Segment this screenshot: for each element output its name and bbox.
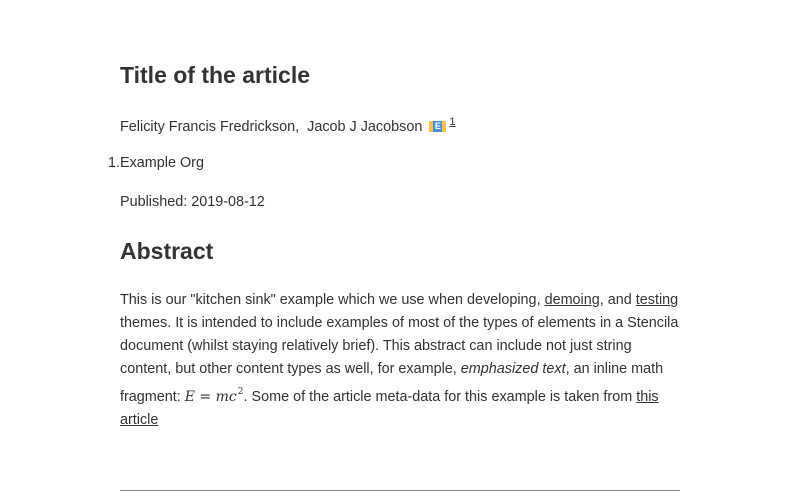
abstract-text: This is our "kitchen sink" example which…	[120, 289, 682, 432]
section-divider	[120, 490, 680, 491]
email-icon[interactable]: E	[429, 121, 447, 132]
inline-math: E = mc2	[184, 387, 244, 405]
published-date: Published: 2019-08-12	[120, 194, 265, 210]
abstract-heading: Abstract	[120, 238, 214, 264]
abstract-text-segment: This is our "kitchen sink" example which…	[120, 292, 545, 308]
emphasized-text: emphasized text	[460, 361, 566, 377]
author-name: Jacob J Jacobson	[307, 119, 423, 135]
organisation-number: 1.	[107, 155, 120, 171]
article-title: Title of the article	[120, 62, 311, 88]
organisation-name: Example Org	[120, 155, 204, 171]
testing-link[interactable]: testing	[636, 292, 678, 308]
abstract-text-segment: . Some of the article meta-data for this…	[243, 389, 637, 405]
math-base: E = mc	[184, 389, 237, 405]
author-separator: ,	[295, 119, 300, 135]
demoing-link[interactable]: demoing	[545, 292, 600, 308]
affiliation-ref-link[interactable]: 1	[449, 116, 455, 128]
organisation-item: 1. Example Org	[108, 155, 204, 171]
email-icon-letter: E	[433, 121, 443, 132]
organisation-list: 1. Example Org	[108, 155, 204, 171]
author-list: Felicity Francis Fredrickson, Jacob J Ja…	[120, 116, 455, 135]
abstract-text-segment: , and	[599, 292, 636, 308]
author-name: Felicity Francis Fredrickson	[120, 119, 296, 135]
